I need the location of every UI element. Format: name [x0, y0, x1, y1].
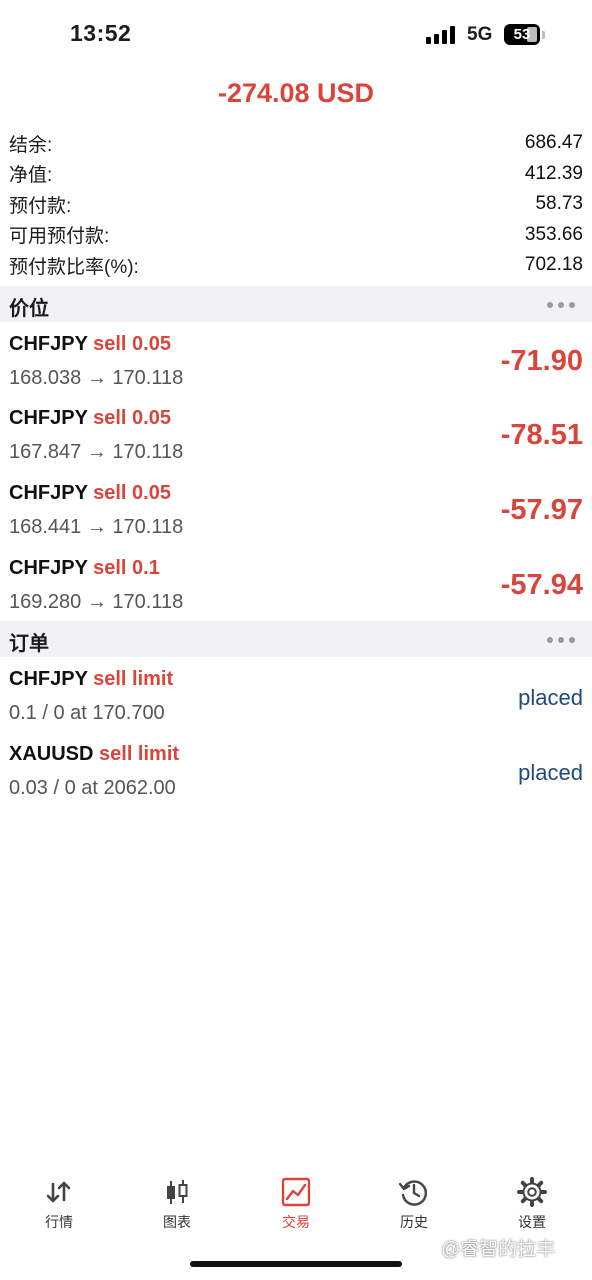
gear-icon	[517, 1177, 547, 1207]
position-symbol: CHFJPY	[9, 333, 88, 355]
account-value: 686.47	[524, 132, 583, 154]
signal-strength-icon	[426, 26, 458, 44]
orders-section-header: 订单	[0, 621, 592, 657]
position-pnl: -57.97	[500, 494, 583, 526]
account-row-balance: 结余: 686.47	[0, 128, 592, 159]
account-row-margin: 预付款: 58.73	[0, 189, 592, 220]
tab-label: 历史	[400, 1214, 428, 1230]
tab-label: 交易	[282, 1214, 310, 1230]
candlestick-chart-icon	[167, 1180, 188, 1204]
battery-level: 53	[513, 26, 531, 43]
more-options-icon[interactable]	[547, 302, 575, 308]
account-label: 净值:	[9, 165, 53, 187]
tab-settings[interactable]: 设置	[492, 1170, 572, 1232]
order-symbol: XAUUSD	[9, 743, 94, 765]
order-row[interactable]: CHFJPY sell limit 0.1 / 0 at 170.700 pla…	[0, 660, 592, 735]
bottom-tab-bar: 行情 图表 交易 历史 设置	[0, 1170, 592, 1240]
position-prices: 168.038 → 170.118	[9, 367, 184, 389]
order-detail: 0.1 / 0 at 170.700	[9, 702, 165, 724]
total-profit-loss: -274.08 USD	[217, 78, 375, 108]
account-label: 预付款:	[9, 195, 72, 217]
position-pnl: -57.94	[500, 569, 583, 601]
position-prices: 169.280 → 170.118	[9, 591, 184, 613]
position-side: sell 0.05	[93, 407, 171, 429]
tab-quotes[interactable]: 行情	[19, 1170, 99, 1232]
tab-label: 行情	[45, 1214, 73, 1230]
account-summary: 结余: 686.47 净值: 412.39 预付款: 58.73 可用预付款: …	[0, 128, 592, 281]
position-row[interactable]: CHFJPY sell 0.05 168.038 → 170.118 -71.9…	[0, 325, 592, 400]
account-value: 58.73	[535, 193, 583, 215]
watermark-text: @睿智的拉丰	[441, 1239, 556, 1260]
tab-label: 设置	[518, 1214, 546, 1230]
battery-icon: 53	[504, 24, 540, 45]
position-row[interactable]: CHFJPY sell 0.05 168.441 → 170.118 -57.9…	[0, 474, 592, 549]
position-pnl: -71.90	[500, 345, 583, 377]
home-indicator[interactable]	[190, 1261, 402, 1267]
account-label: 预付款比率(%):	[9, 256, 139, 278]
positions-section-header: 价位	[0, 286, 592, 322]
position-symbol: CHFJPY	[9, 407, 88, 429]
position-row[interactable]: CHFJPY sell 0.05 167.847 → 170.118 -78.5…	[0, 399, 592, 474]
order-state: placed	[518, 685, 583, 710]
position-side: sell 0.1	[93, 557, 160, 579]
tab-history[interactable]: 历史	[374, 1170, 454, 1232]
tab-trade[interactable]: 交易	[256, 1170, 336, 1232]
order-row[interactable]: XAUUSD sell limit 0.03 / 0 at 2062.00 pl…	[0, 735, 592, 810]
trade-chart-icon	[281, 1177, 311, 1207]
account-row-equity: 净值: 412.39	[0, 159, 592, 190]
battery-tip	[542, 31, 545, 39]
network-type: 5G	[467, 24, 493, 45]
order-symbol: CHFJPY	[9, 668, 88, 690]
tab-label: 图表	[163, 1214, 191, 1230]
account-label: 可用预付款:	[9, 226, 110, 248]
account-row-margin-level: 预付款比率(%): 702.18	[0, 250, 592, 281]
status-bar: 13:52 5G 53	[0, 0, 592, 70]
order-side: sell limit	[99, 743, 180, 765]
position-symbol: CHFJPY	[9, 557, 88, 579]
position-row[interactable]: CHFJPY sell 0.1 169.280 → 170.118 -57.94	[0, 549, 592, 624]
position-side: sell 0.05	[93, 333, 171, 355]
account-value: 412.39	[524, 162, 583, 184]
position-prices: 167.847 → 170.118	[9, 441, 184, 463]
position-prices: 168.441 → 170.118	[9, 516, 184, 538]
order-state: placed	[518, 760, 583, 785]
tab-charts[interactable]: 图表	[137, 1170, 217, 1232]
quotes-arrows-icon	[46, 1181, 71, 1203]
status-time: 13:52	[70, 20, 132, 46]
order-side: sell limit	[93, 668, 174, 690]
position-pnl: -78.51	[500, 419, 583, 451]
account-value: 702.18	[524, 254, 583, 276]
order-detail: 0.03 / 0 at 2062.00	[9, 777, 176, 799]
history-clock-icon	[398, 1180, 427, 1206]
more-options-icon[interactable]	[547, 637, 575, 643]
position-symbol: CHFJPY	[9, 482, 88, 504]
position-side: sell 0.05	[93, 482, 171, 504]
account-value: 353.66	[524, 223, 583, 245]
section-title: 价位	[9, 298, 49, 320]
account-label: 结余:	[9, 134, 53, 156]
account-row-free-margin: 可用预付款: 353.66	[0, 220, 592, 251]
section-title: 订单	[9, 633, 49, 655]
